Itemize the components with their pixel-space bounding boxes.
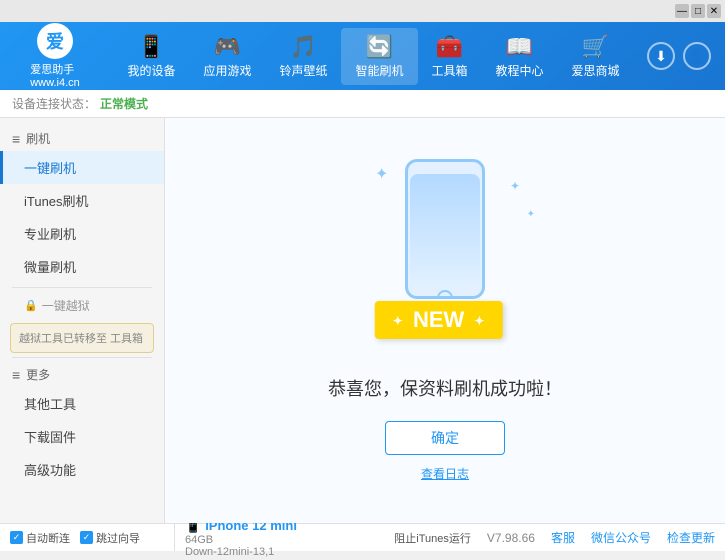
- sidebar-divider-1: [12, 287, 152, 288]
- logo-icon: 爱: [37, 23, 73, 59]
- confirm-button[interactable]: 确定: [385, 421, 505, 455]
- logo-text: 爱思助手 www.i4.cn: [30, 61, 80, 89]
- content-area: ✦ ✦ ✦ NEW 恭喜您，保资料刷机成功啦！ 确定 查看日志: [165, 118, 725, 523]
- bottom-left-section: ✓ 自动断连 ✓ 跳过向导: [10, 524, 175, 551]
- nav-items: 📱 我的设备 🎮 应用游戏 🎵 铃声壁纸 🔄 智能刷机 🧰 工具箱 📖 教程中心…: [100, 28, 647, 85]
- sparkle-icon-1: ✦: [375, 164, 388, 184]
- sidebar-notice: 越狱工具已转移至 工具箱: [10, 323, 154, 353]
- sidebar-divider-2: [12, 357, 152, 358]
- flash-section-icon: ≡: [12, 131, 20, 147]
- title-bar: — □ ✕: [0, 0, 725, 22]
- new-ribbon-badge: NEW: [375, 301, 503, 339]
- main-layout: ≡ 刷机 一键刷机 iTunes刷机 专业刷机 微量刷机 🔒 一键越狱 越狱工具…: [0, 118, 725, 523]
- nav-tutorial[interactable]: 📖 教程中心: [482, 28, 558, 85]
- sidebar-section-more: ≡ 更多: [0, 362, 164, 387]
- skip-wizard-cb-box[interactable]: ✓: [80, 531, 93, 544]
- tutorial-icon: 📖: [506, 34, 533, 60]
- sidebar-item-one-key-flash[interactable]: 一键刷机: [0, 151, 164, 184]
- sidebar-section-flash: ≡ 刷机: [0, 126, 164, 151]
- user-button[interactable]: 👤: [683, 42, 711, 70]
- nav-shop[interactable]: 🛒 爱思商城: [558, 28, 634, 85]
- header: 爱 爱思助手 www.i4.cn 📱 我的设备 🎮 应用游戏 🎵 铃声壁纸 🔄 …: [0, 22, 725, 90]
- nav-ringtones[interactable]: 🎵 铃声壁纸: [265, 28, 341, 85]
- skip-wizard-checkbox[interactable]: ✓ 跳过向导: [80, 530, 140, 546]
- wechat-link[interactable]: 微信公众号: [591, 529, 651, 546]
- success-illustration: ✦ ✦ ✦ NEW: [345, 159, 545, 359]
- success-message: 恭喜您，保资料刷机成功啦！: [328, 375, 562, 401]
- nav-my-device[interactable]: 📱 我的设备: [113, 28, 189, 85]
- sidebar: ≡ 刷机 一键刷机 iTunes刷机 专业刷机 微量刷机 🔒 一键越狱 越狱工具…: [0, 118, 165, 523]
- phone-body: [405, 159, 485, 299]
- connection-status-value: 正常模式: [100, 95, 148, 112]
- smart-flash-icon: 🔄: [366, 34, 393, 60]
- toolbox-icon: 🧰: [436, 34, 463, 60]
- phone-home-button: [437, 290, 453, 299]
- my-device-icon: 📱: [138, 34, 165, 60]
- bottom-status-section: 阻止iTunes运行 V7.98.66 客服 微信公众号 检查更新: [307, 529, 715, 546]
- check-update-link[interactable]: 检查更新: [667, 529, 715, 546]
- sidebar-item-micro-flash[interactable]: 微量刷机: [0, 250, 164, 283]
- nav-smart-flash[interactable]: 🔄 智能刷机: [341, 28, 417, 85]
- close-button[interactable]: ✕: [707, 4, 721, 18]
- lock-icon: 🔒: [24, 299, 38, 312]
- service-link[interactable]: 客服: [551, 529, 575, 546]
- maximize-button[interactable]: □: [691, 4, 705, 18]
- download-button[interactable]: ⬇: [647, 42, 675, 70]
- apps-games-icon: 🎮: [214, 34, 241, 60]
- connection-status-bar: 设备连接状态： 正常模式: [0, 90, 725, 118]
- header-right: ⬇ 👤: [647, 42, 715, 70]
- sidebar-item-jailbreak: 🔒 一键越狱: [0, 292, 164, 319]
- sidebar-item-advanced[interactable]: 高级功能: [0, 453, 164, 486]
- version-text: V7.98.66: [487, 531, 535, 545]
- device-storage: 64GB: [185, 534, 297, 546]
- logo-area: 爱 爱思助手 www.i4.cn: [10, 23, 100, 89]
- view-log-link[interactable]: 查看日志: [421, 465, 469, 482]
- sparkle-icon-3: ✦: [527, 209, 535, 220]
- ringtones-icon: 🎵: [290, 34, 317, 60]
- sidebar-item-pro-flash[interactable]: 专业刷机: [0, 217, 164, 250]
- nav-toolbox[interactable]: 🧰 工具箱: [418, 28, 482, 85]
- auto-disconnect-checkbox[interactable]: ✓ 自动断连: [10, 530, 70, 546]
- phone-illustration: [405, 159, 485, 299]
- itunes-label: 阻止iTunes运行: [394, 530, 471, 546]
- more-section-icon: ≡: [12, 367, 20, 383]
- auto-disconnect-cb-box[interactable]: ✓: [10, 531, 23, 544]
- sidebar-item-download-fw[interactable]: 下载固件: [0, 420, 164, 453]
- shop-icon: 🛒: [582, 34, 609, 60]
- sidebar-item-other-tools[interactable]: 其他工具: [0, 387, 164, 420]
- sidebar-item-itunes-flash[interactable]: iTunes刷机: [0, 184, 164, 217]
- device-firmware: Down-12mini-13,1: [185, 546, 297, 558]
- minimize-button[interactable]: —: [675, 4, 689, 18]
- nav-apps-games[interactable]: 🎮 应用游戏: [189, 28, 265, 85]
- bottom-bar: ✓ 自动断连 ✓ 跳过向导 📱 iPhone 12 mini 64GB Down…: [0, 523, 725, 551]
- phone-screen: [410, 174, 480, 284]
- sparkle-icon-2: ✦: [510, 179, 520, 193]
